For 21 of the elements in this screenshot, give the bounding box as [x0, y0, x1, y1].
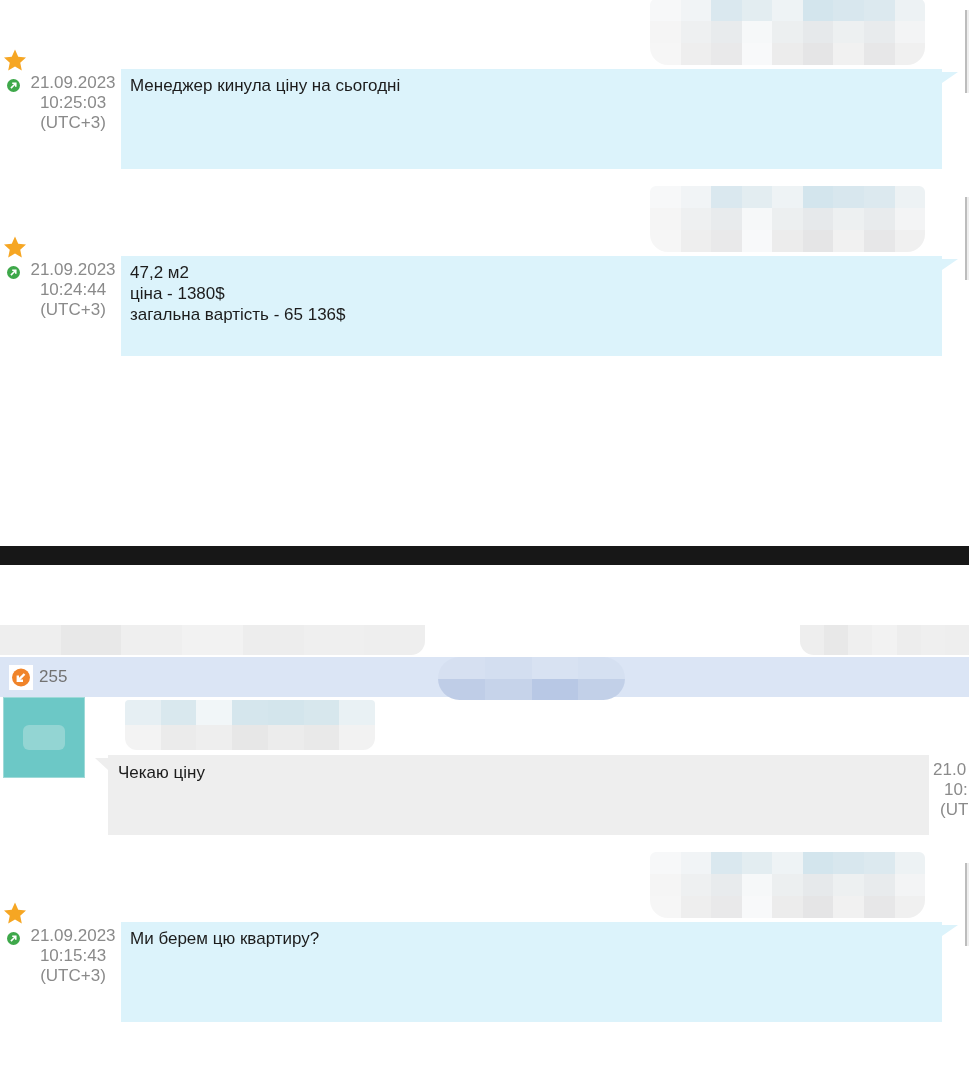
- message-time: 10:15:43: [38, 946, 108, 966]
- message-timezone: (UTC+3): [39, 966, 107, 986]
- message-text: Менеджер кинула ціну на сьогодні: [130, 75, 402, 96]
- message-date: 21.09.2023: [29, 260, 117, 280]
- message-date: 21.09.2023: [29, 73, 117, 93]
- header-label: 255: [39, 667, 68, 687]
- message-date: 21.0: [933, 760, 968, 780]
- message-text: 47,2 м2 ціна - 1380$ загальна вартість - 65 136$: [130, 262, 347, 325]
- message-time: 10:24:44: [38, 280, 108, 300]
- arrow-up-right-icon: [7, 266, 20, 279]
- arrow-up-right-icon: [7, 79, 20, 92]
- arrow-up-right-icon: [7, 932, 20, 945]
- message-text: Чекаю ціну: [118, 762, 206, 783]
- message-time: 10:: [943, 780, 969, 800]
- arrow-down-left-icon: [9, 664, 33, 690]
- message-text: Ми берем цю квартиру?: [130, 928, 321, 949]
- message-timezone: (UTC+3): [39, 113, 107, 133]
- message-time: 10:25:03: [38, 93, 108, 113]
- message-timezone: (UT: [939, 800, 969, 820]
- message-timezone: (UTC+3): [39, 300, 107, 320]
- message-date: 21.09.2023: [29, 926, 117, 946]
